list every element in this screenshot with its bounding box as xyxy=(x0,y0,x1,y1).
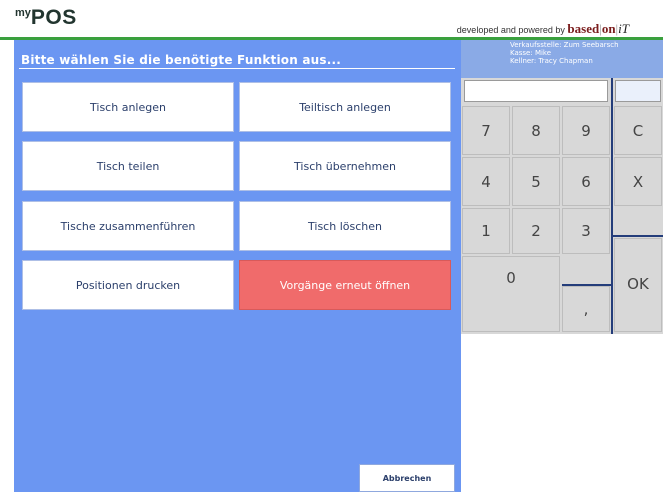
cancel-button[interactable]: Abbrechen xyxy=(359,464,455,492)
key-9[interactable]: 9 xyxy=(562,106,610,155)
ok-key[interactable]: OK xyxy=(614,238,662,332)
title-underline xyxy=(19,68,455,69)
key-5[interactable]: 5 xyxy=(512,157,560,206)
credit-line: developed and powered by based|on|iT xyxy=(457,21,629,37)
keypad-divider xyxy=(611,78,613,334)
teiltisch-anlegen-button[interactable]: Teiltisch anlegen xyxy=(239,82,451,132)
mypos-logo: myPOS xyxy=(15,6,77,30)
keypad-panel: Verkaufsstelle: Zum Seebarsch Kasse: Mik… xyxy=(461,40,663,492)
clear-key[interactable]: C xyxy=(614,106,662,155)
tische-zusammenfuehren-button[interactable]: Tische zusammenführen xyxy=(22,201,234,251)
tisch-anlegen-button[interactable]: Tisch anlegen xyxy=(22,82,234,132)
comma-key[interactable]: , xyxy=(562,286,610,332)
logo-prefix: my xyxy=(15,7,31,19)
tisch-loeschen-button[interactable]: Tisch löschen xyxy=(239,201,451,251)
key-0[interactable]: 0 xyxy=(462,256,560,332)
brand-logo: based|on|iT xyxy=(567,21,629,36)
register-label: Kasse: Mike xyxy=(510,49,552,57)
numeric-keypad: 7 8 9 C 4 5 6 X 1 2 3 OK 0 , xyxy=(461,78,663,334)
sales-point-label: Verkaufsstelle: Zum Seebarsch xyxy=(510,41,619,49)
brand-right: iT xyxy=(618,21,629,36)
key-7[interactable]: 7 xyxy=(462,106,510,155)
logo-main: POS xyxy=(30,6,77,29)
brand-left: based xyxy=(567,21,600,36)
quantity-field[interactable] xyxy=(615,80,661,102)
keypad-divider xyxy=(562,284,611,286)
multiply-key[interactable]: X xyxy=(614,157,662,206)
positionen-drucken-button[interactable]: Positionen drucken xyxy=(22,260,234,310)
keypad-divider xyxy=(613,235,663,237)
vorgaenge-erneut-oeffnen-button[interactable]: Vorgänge erneut öffnen xyxy=(239,260,451,310)
key-2[interactable]: 2 xyxy=(512,208,560,254)
key-8[interactable]: 8 xyxy=(512,106,560,155)
key-4[interactable]: 4 xyxy=(462,157,510,206)
key-6[interactable]: 6 xyxy=(562,157,610,206)
waiter-label: Kellner: Tracy Chapman xyxy=(510,57,593,65)
amount-input[interactable] xyxy=(464,80,608,102)
brand-mid: on xyxy=(601,21,616,36)
tisch-teilen-button[interactable]: Tisch teilen xyxy=(22,141,234,191)
session-info: Verkaufsstelle: Zum Seebarsch Kasse: Mik… xyxy=(461,40,663,78)
key-3[interactable]: 3 xyxy=(562,208,610,254)
function-panel: Bitte wählen Sie die benötigte Funktion … xyxy=(14,40,461,492)
panel-title: Bitte wählen Sie die benötigte Funktion … xyxy=(21,53,341,67)
key-1[interactable]: 1 xyxy=(462,208,510,254)
credit-text: developed and powered by xyxy=(456,25,565,35)
tisch-uebernehmen-button[interactable]: Tisch übernehmen xyxy=(239,141,451,191)
